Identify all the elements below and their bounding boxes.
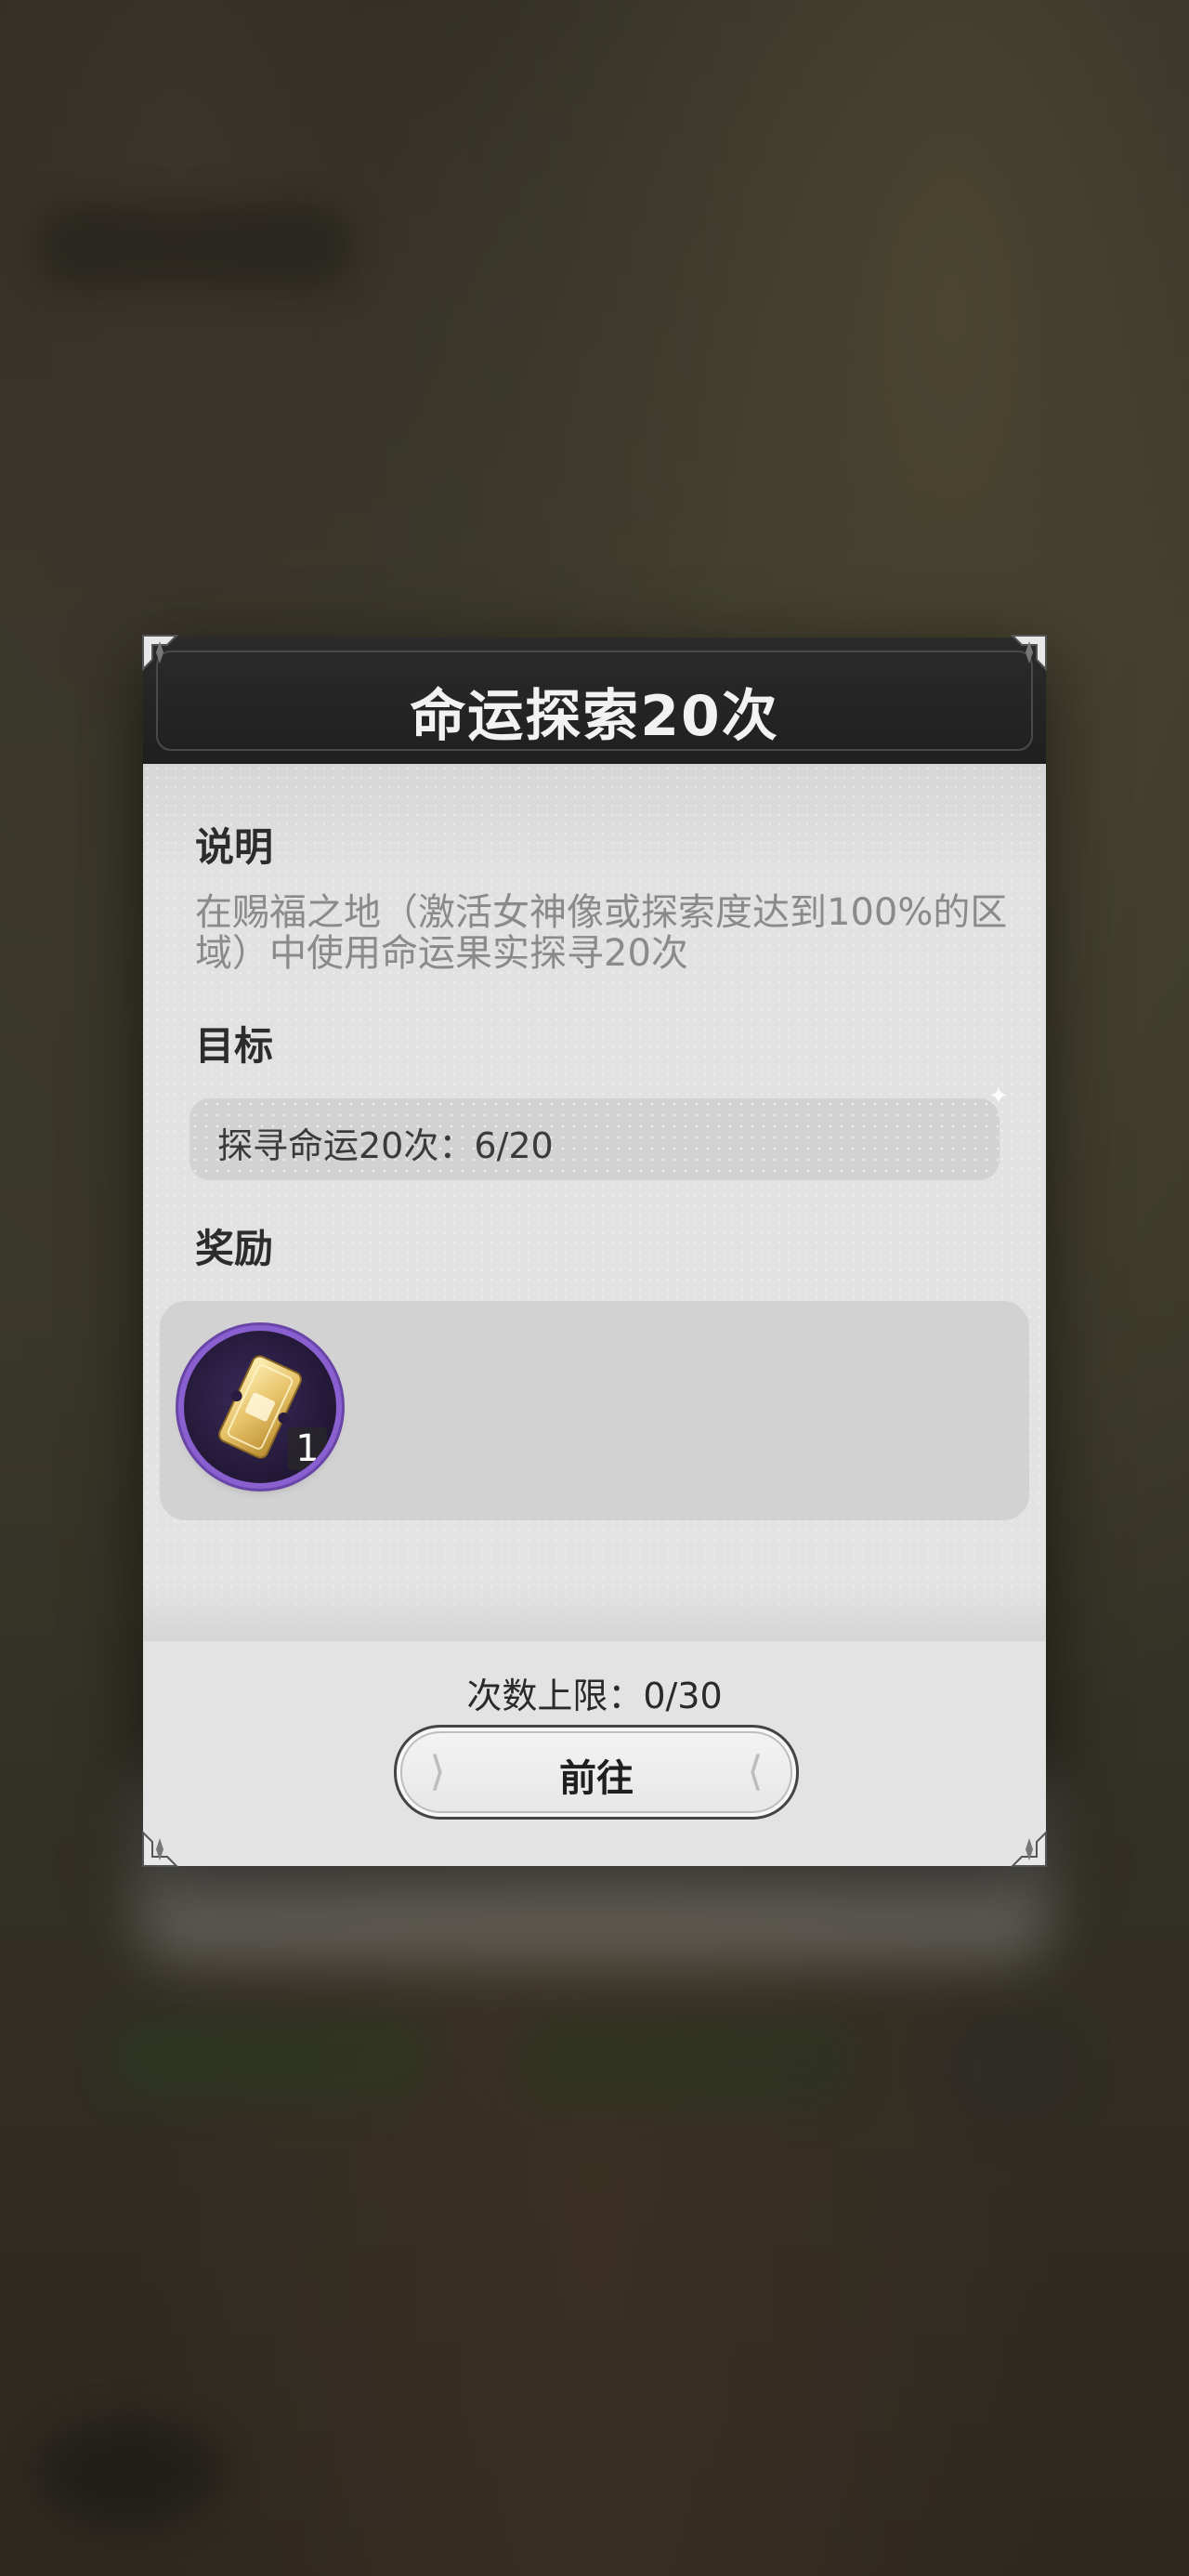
dialog-footer: 次数上限：0/30 ⟩ 前往 ⟨ — [143, 1585, 1046, 1866]
background-blur-icon — [938, 2007, 1078, 2128]
go-button[interactable]: ⟩ 前往 ⟨ — [394, 1725, 799, 1820]
target-heading: 目标 — [195, 1023, 274, 1069]
reward-item[interactable]: 1 — [184, 1331, 336, 1483]
sparkle-icon: ✦ — [988, 1083, 1009, 1111]
dialog-title: 命运探索20次 — [410, 684, 779, 749]
button-deco-icon: ⟨ — [747, 1748, 764, 1795]
target-text: 探寻命运20次：6/20 — [217, 1125, 554, 1166]
background-blur-button — [520, 2017, 855, 2109]
reward-heading: 奖励 — [195, 1226, 274, 1271]
description-text: 在赐福之地（激活女神像或探索度达到100%的区域）中使用命运果实探寻20次 — [195, 891, 1008, 975]
corner-ornament-icon — [142, 635, 179, 672]
reward-list: 1 — [160, 1301, 1029, 1520]
corner-ornament-icon — [142, 1830, 179, 1867]
footer-divider — [143, 1585, 1046, 1641]
background-blur-element — [37, 204, 353, 288]
dialog-header: 命运探索20次 — [143, 637, 1046, 764]
description-heading: 说明 — [195, 824, 274, 870]
quest-detail-dialog: 命运探索20次 说明 在赐福之地（激活女神像或探索度达到100%的区域）中使用命… — [143, 637, 1046, 1866]
reward-count: 1 — [288, 1427, 327, 1470]
corner-ornament-icon — [1010, 635, 1047, 672]
background-blur-icon — [37, 2416, 223, 2528]
background-blur-button — [111, 2017, 427, 2100]
corner-ornament-icon — [1010, 1830, 1047, 1867]
target-box: 探寻命运20次：6/20 ✦ — [189, 1084, 1009, 1180]
limit-text: 次数上限：0/30 — [466, 1676, 723, 1716]
